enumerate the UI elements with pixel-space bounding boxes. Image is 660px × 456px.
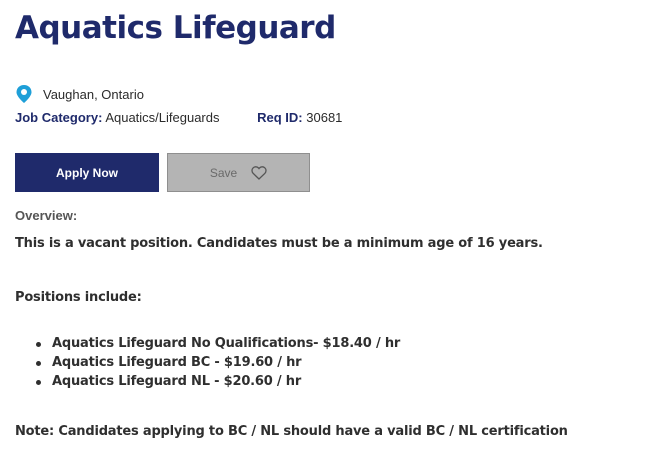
overview-label: Overview: <box>15 208 78 223</box>
save-button[interactable]: Save <box>167 153 310 192</box>
job-category-value: Aquatics/Lifeguards <box>105 110 220 125</box>
certification-note: Note: Candidates applying to BC / NL sho… <box>15 424 568 439</box>
job-category-label: Job Category: <box>15 110 103 125</box>
map-pin-icon <box>15 84 33 104</box>
job-location: Vaughan, Ontario <box>15 84 144 104</box>
req-id-label: Req ID: <box>257 110 303 125</box>
list-item: Aquatics Lifeguard NL - $20.60 / hr <box>35 372 400 391</box>
apply-now-label: Apply Now <box>56 165 118 180</box>
positions-list: Aquatics Lifeguard No Qualifications- $1… <box>15 334 400 391</box>
save-label: Save <box>209 165 238 180</box>
job-meta: Job Category: Aquatics/Lifeguards Req ID… <box>15 110 342 125</box>
location-text: Vaughan, Ontario <box>43 86 144 102</box>
req-id-value: 30681 <box>306 110 343 125</box>
list-item: Aquatics Lifeguard No Qualifications- $1… <box>35 336 401 351</box>
vacancy-text: This is a vacant position. Candidates mu… <box>15 236 543 251</box>
page-title: Aquatics Lifeguard <box>15 10 336 46</box>
apply-now-button[interactable]: Apply Now <box>15 153 159 192</box>
heart-icon <box>251 165 267 180</box>
list-item: Aquatics Lifeguard BC - $19.60 / hr <box>35 353 400 372</box>
positions-label: Positions include: <box>15 290 142 305</box>
